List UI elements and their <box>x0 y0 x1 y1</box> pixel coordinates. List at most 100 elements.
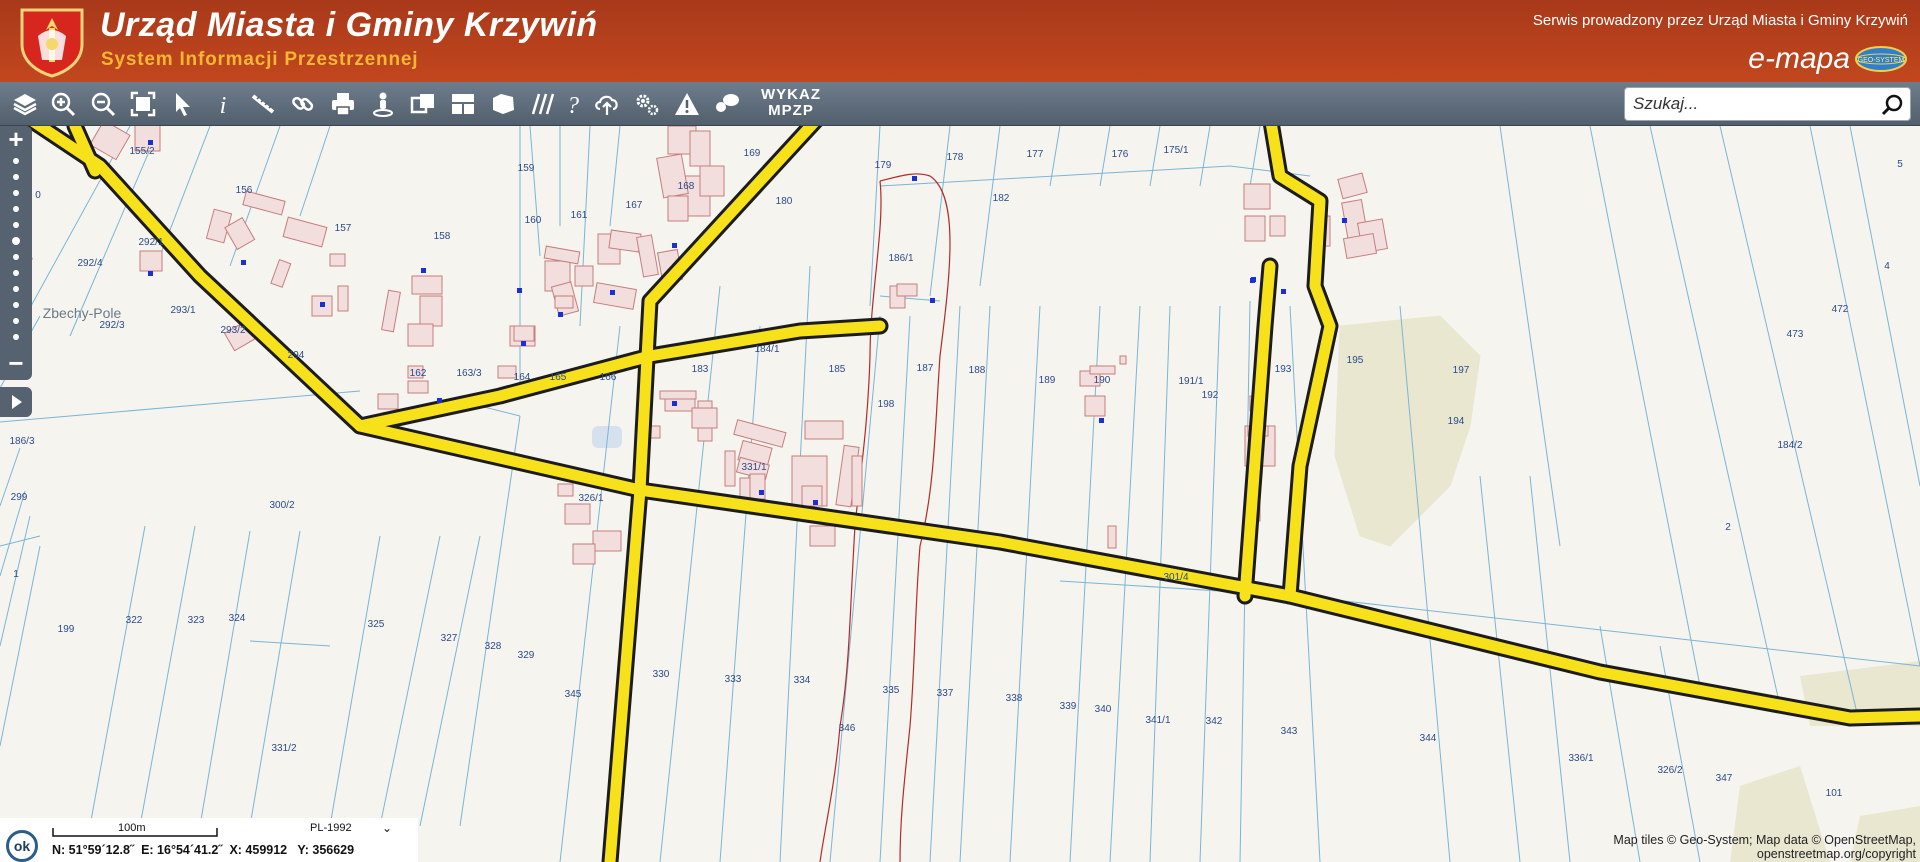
parcel-label: 341/1 <box>1145 715 1170 726</box>
crs-select[interactable]: PL-1992 ⌄ <box>290 821 400 840</box>
zoom-control: + − <box>0 126 32 380</box>
measure-button[interactable] <box>246 87 280 121</box>
coat-of-arms-icon <box>20 8 84 78</box>
parcel-label: 176 <box>1112 149 1129 160</box>
zoom-level-dot[interactable] <box>13 206 19 212</box>
parcel-label: 190 <box>1094 375 1111 386</box>
warning-button[interactable] <box>670 87 704 121</box>
service-provider-text: Serwis prowadzony przez Urząd Miasta i G… <box>1532 12 1908 29</box>
parcel-label: 164 <box>514 372 531 383</box>
ok-button[interactable]: ok <box>6 830 38 862</box>
parcel-label: 192 <box>1202 390 1219 401</box>
zoom-out-button[interactable]: − <box>4 350 28 376</box>
layers-button[interactable] <box>8 87 42 121</box>
attribution-line-2: openstreetmap.org/copyright <box>1756 847 1916 861</box>
parcel-label: 191/1 <box>1178 376 1203 387</box>
parcel-label: 189 <box>1039 375 1056 386</box>
warning-icon <box>675 93 699 115</box>
zoom-in-button[interactable]: + <box>4 126 28 152</box>
full-extent-icon <box>130 91 156 117</box>
parcel-label: 300/2 <box>269 500 294 511</box>
parcel-label: 178 <box>947 152 964 163</box>
page-subtitle: System Informacji Przestrzennej <box>101 49 419 70</box>
zoom-in-button[interactable] <box>46 87 80 121</box>
select-button[interactable] <box>166 87 200 121</box>
zoom-level-dot[interactable] <box>13 174 19 180</box>
parcel-label: 0 <box>35 190 41 201</box>
parcel-label: 334 <box>794 675 811 686</box>
map-canvas[interactable]: 155/2 159 169 179 178 177 176 175/1 5 156 157 158 16… <box>0 126 1920 862</box>
zoom-level-dot[interactable] <box>13 286 19 292</box>
parcel-label: 322 <box>126 615 143 626</box>
hatch-button[interactable] <box>526 87 560 121</box>
map-svg[interactable]: 155/2 159 169 179 178 177 176 175/1 5 156 157 158 16… <box>0 126 1920 862</box>
geo-system-badge: GEO-SYSTEM <box>1858 57 1905 64</box>
parcel-label: 472 <box>1832 304 1849 315</box>
parcel-label: 186/1 <box>888 253 913 264</box>
feedback-button[interactable] <box>710 87 744 121</box>
parcel-label: 188 <box>969 365 986 376</box>
feedback-icon <box>716 94 739 112</box>
zoom-level-dot[interactable] <box>13 254 19 260</box>
zoom-level-dot-current[interactable] <box>12 237 20 245</box>
zoom-level-dot[interactable] <box>13 222 19 228</box>
zoom-level-dot[interactable] <box>13 318 19 324</box>
parcel-label: 158 <box>434 231 451 242</box>
attribution-line-1: Map tiles © Geo-System; Map data © OpenS… <box>1613 833 1916 847</box>
parcel-label: 198 <box>878 399 895 410</box>
chevron-down-icon: ⌄ <box>382 821 393 835</box>
parcel-label: 473 <box>1787 329 1804 340</box>
zoom-level-dot[interactable] <box>13 302 19 308</box>
parcel-label: 338 <box>1006 693 1023 704</box>
parcel-label: 159 <box>518 163 535 174</box>
link-button[interactable] <box>286 87 320 121</box>
search-input[interactable] <box>1633 92 1873 116</box>
help-button[interactable]: ? <box>556 87 590 121</box>
parcel-label: 182 <box>993 193 1010 204</box>
zoom-level-dot[interactable] <box>13 270 19 276</box>
app-header: Urząd Miasta i Gminy Krzywiń System Info… <box>0 0 1920 82</box>
parcel-label: 342 <box>1206 716 1223 727</box>
print-button[interactable] <box>326 87 360 121</box>
emapa-logo[interactable]: e-mapa GEO-SYSTEM <box>1708 42 1908 76</box>
status-bar: ok 100m PL-1992 ⌄ N: 51°59´12.8˝ E: 16°5… <box>0 818 418 862</box>
parcel-label: 183 <box>692 364 709 375</box>
parcel-label: 326/1 <box>578 493 603 504</box>
geo-system-globe-icon: GEO-SYSTEM <box>1855 46 1907 72</box>
map-attribution: Map tiles © Geo-System; Map data © OpenS… <box>1613 833 1916 861</box>
parcel-label: 168 <box>678 181 695 192</box>
zoom-level-dot[interactable] <box>13 190 19 196</box>
info-button[interactable]: i <box>206 87 240 121</box>
area-button[interactable] <box>486 87 520 121</box>
zoom-level-dot[interactable] <box>13 334 19 340</box>
search-icon[interactable] <box>1880 93 1904 117</box>
wykaz-mpzp-button[interactable]: WYKAZ MPZP <box>756 87 826 121</box>
street-view-button[interactable] <box>366 87 400 121</box>
zoom-out-button[interactable] <box>86 87 120 121</box>
parcel-label: 301/4 <box>1163 572 1188 583</box>
emapa-logo-text: e-mapa <box>1748 42 1850 75</box>
expand-panel-button[interactable] <box>0 387 32 417</box>
parcel-label: 186/3 <box>9 436 34 447</box>
parcel-label: 184/2 <box>1777 440 1802 451</box>
parcel-label: 155/2 <box>129 146 154 157</box>
parcel-label: 293/1 <box>170 305 195 316</box>
compare-button[interactable] <box>406 87 440 121</box>
crs-value: PL-1992 <box>310 822 352 834</box>
parcel-label: 331/2 <box>271 743 296 754</box>
parcel-label: 185 <box>829 364 846 375</box>
settings-button[interactable] <box>630 87 664 121</box>
zoom-out-icon <box>91 92 116 117</box>
parcel-label: 292/3 <box>99 320 124 331</box>
parcel-label: 292/4 <box>77 258 102 269</box>
cloud-upload-button[interactable] <box>590 87 624 121</box>
parcel-label: 197 <box>1453 365 1470 376</box>
full-extent-button[interactable] <box>126 87 160 121</box>
parcel-label: 169 <box>744 148 761 159</box>
search-box <box>1624 87 1911 121</box>
parcel-label: 179 <box>875 160 892 171</box>
zoom-level-dot[interactable] <box>13 158 19 164</box>
parcel-label: 165 <box>550 372 567 383</box>
layout-button[interactable] <box>446 87 480 121</box>
parcel-label: 193 <box>1275 364 1292 375</box>
